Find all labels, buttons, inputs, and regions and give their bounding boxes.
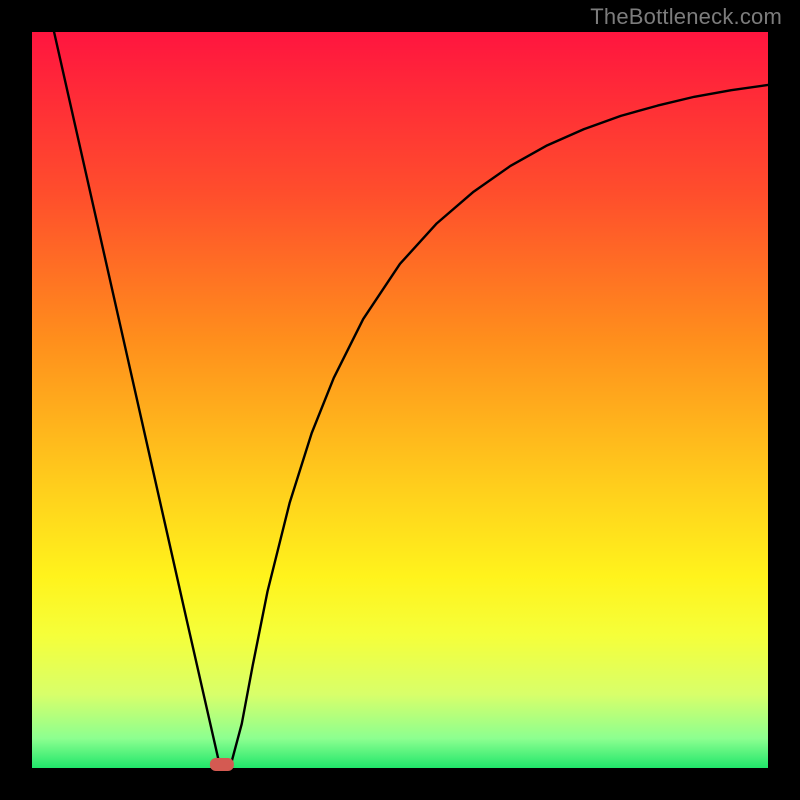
plot-background	[32, 32, 768, 768]
optimal-marker	[210, 758, 234, 771]
chart-frame: TheBottleneck.com	[0, 0, 800, 800]
bottleneck-chart	[0, 0, 800, 800]
watermark-text: TheBottleneck.com	[590, 4, 782, 30]
